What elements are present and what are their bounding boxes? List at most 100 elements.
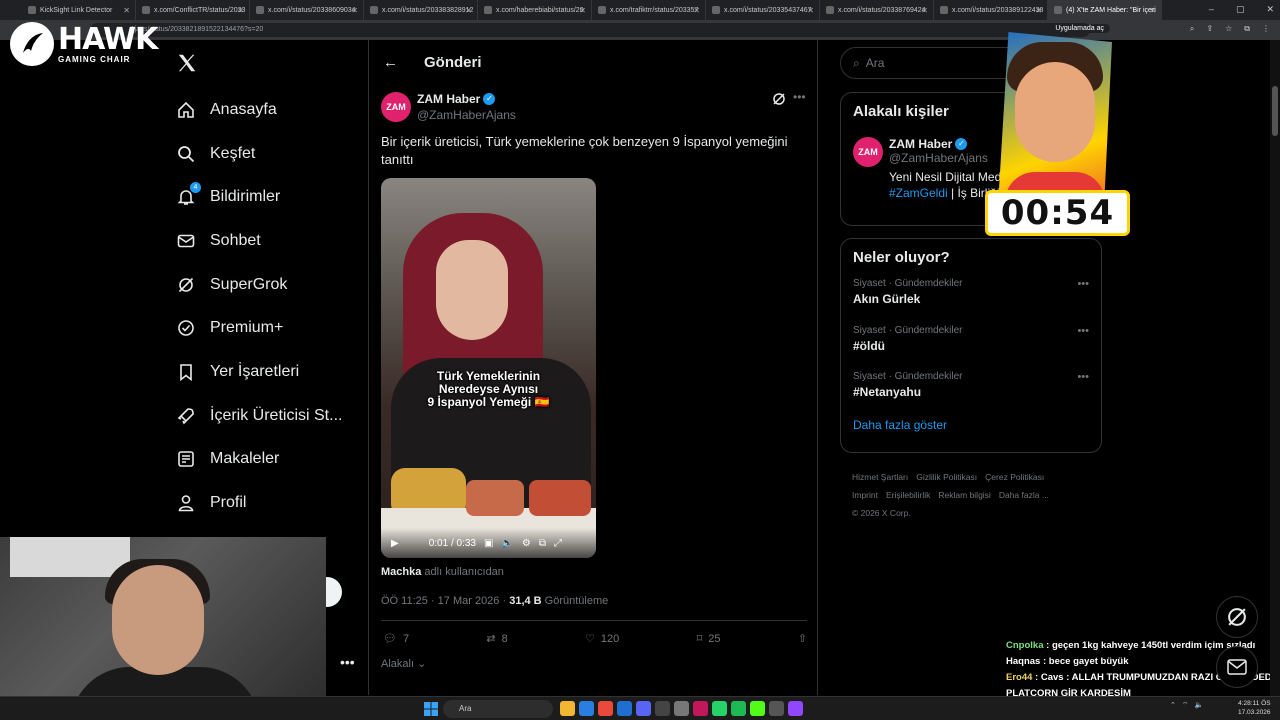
url-field[interactable]: Ajans/status/2033821891522134476?s=20 — [90, 23, 1090, 37]
maximize-icon[interactable]: ▢ — [1236, 4, 1245, 15]
star-icon[interactable]: ☆ — [1225, 24, 1232, 34]
avatar[interactable]: ZAM — [853, 137, 883, 167]
edge-icon[interactable] — [579, 701, 594, 716]
volume-icon[interactable]: 🔈 — [501, 538, 513, 549]
kick-icon[interactable] — [750, 701, 765, 716]
footer-link[interactable]: Erişilebilirlik — [886, 490, 930, 500]
spotify-icon[interactable] — [731, 701, 746, 716]
windows-start-icon[interactable] — [424, 702, 438, 716]
sidebar-item-anasayfa[interactable]: Anasayfa — [176, 88, 342, 132]
sidebar-item-makaleler[interactable]: Makaleler — [176, 438, 342, 482]
sidebar-item-profil[interactable]: Profil — [176, 481, 342, 525]
sidebar-item-i-erik-reticisi-st[interactable]: İçerik Üreticisi St... — [176, 394, 342, 438]
trend-more-icon[interactable]: ••• — [1077, 325, 1089, 337]
sidebar-item-bildirimler[interactable]: 4 Bildirimler — [176, 175, 342, 219]
close-window-icon[interactable]: ✕ — [1266, 4, 1274, 15]
app-icon[interactable] — [769, 701, 784, 716]
credit-user[interactable]: Machka — [381, 566, 421, 578]
grok-icon[interactable] — [772, 92, 786, 106]
messages-fab-button[interactable] — [1216, 646, 1258, 688]
file-explorer-icon[interactable] — [560, 701, 575, 716]
trend-item[interactable]: Siyaset · Gündemdekiler #öldü ••• — [841, 323, 1101, 370]
scrollbar[interactable] — [1270, 40, 1280, 696]
sidebar-item-sohbet[interactable]: Sohbet — [176, 219, 342, 263]
whatsapp-icon[interactable] — [712, 701, 727, 716]
sidebar-item-ke-fet[interactable]: Keşfet — [176, 132, 342, 176]
video-player[interactable]: Türk Yemeklerinin Neredeyse Aynısı 9 İsp… — [381, 178, 596, 558]
share-button[interactable]: ⇧ — [798, 632, 807, 645]
close-tab-icon[interactable]: ✕ — [351, 6, 358, 15]
extensions-icon[interactable]: ⧉ — [1244, 24, 1250, 34]
fullscreen-icon[interactable]: ⤢ — [554, 538, 562, 549]
trend-item[interactable]: Siyaset · Gündemdekiler #Netanyahu ••• — [841, 369, 1101, 416]
footer-link[interactable]: Gizlilik Politikası — [916, 472, 977, 482]
discord-icon[interactable] — [636, 701, 651, 716]
menu-icon[interactable]: ⋮ — [1262, 24, 1270, 34]
system-clock[interactable]: 4:28:11 ÖS 17.03.2026 — [1238, 699, 1271, 717]
close-tab-icon[interactable]: ✕ — [237, 6, 244, 15]
sidebar-item-yer-i-aretleri[interactable]: Yer İşaretleri — [176, 350, 342, 394]
author-name[interactable]: ZAM Haber — [417, 92, 480, 106]
person-name[interactable]: ZAM Haber — [889, 137, 952, 151]
chrome-icon[interactable] — [598, 701, 613, 716]
minimize-icon[interactable]: – — [1209, 4, 1214, 15]
footer-link[interactable]: Daha fazla ... — [999, 490, 1049, 500]
sidebar-item-supergrok[interactable]: SuperGrok — [176, 263, 342, 307]
browser-tab[interactable]: x.com/i/status/203389122438 ✕ — [934, 0, 1048, 20]
bookmark-button[interactable]: ⌑ 25 — [697, 632, 721, 646]
trend-more-icon[interactable]: ••• — [1077, 371, 1089, 383]
browser-tab[interactable]: x.com/haberebiabi/status/20 ✕ — [478, 0, 592, 20]
hashtag-link[interactable]: #ZamGeldi — [889, 186, 948, 200]
repost-button[interactable]: ⇄ 8 — [486, 632, 507, 646]
close-tab-icon[interactable]: ✕ — [123, 6, 130, 15]
zoom-icon[interactable]: ⌕ — [1190, 24, 1194, 34]
app-icon[interactable] — [655, 701, 670, 716]
post-more-icon[interactable]: ••• — [793, 90, 806, 104]
reply-button[interactable]: 💬︎ 7 — [383, 632, 409, 646]
footer-link[interactable]: Çerez Politikası — [985, 472, 1044, 482]
trend-item[interactable]: Siyaset · Gündemdekiler Akın Gürlek ••• — [841, 276, 1101, 323]
browser-tab[interactable]: x.com/i/status/20338609034 ✕ — [250, 0, 364, 20]
footer-link[interactable]: Imprint — [852, 490, 878, 500]
close-tab-icon[interactable]: ✕ — [807, 6, 814, 15]
volume-icon[interactable]: 🔈 — [1194, 701, 1203, 710]
browser-tab[interactable]: KickSight Link Detector ✕ — [22, 0, 136, 20]
taskbar-search[interactable]: Ara — [443, 700, 553, 718]
close-tab-icon[interactable]: ✕ — [465, 6, 472, 15]
scrollbar-thumb[interactable] — [1272, 86, 1278, 136]
settings-icon[interactable]: ⚙ — [522, 538, 531, 549]
close-tab-icon[interactable]: ✕ — [579, 6, 586, 15]
browser-tab[interactable]: x.com/ConflictTR/status/2033 ✕ — [136, 0, 250, 20]
grok-fab-button[interactable] — [1216, 596, 1258, 638]
browser-tab[interactable]: x.com/trafiktrr/status/203357 ✕ — [592, 0, 706, 20]
play-icon[interactable]: ▶ — [391, 538, 399, 549]
close-tab-icon[interactable]: ✕ — [921, 6, 928, 15]
captions-icon[interactable]: ▣ — [484, 538, 493, 549]
x-logo-icon[interactable] — [176, 52, 198, 74]
share-icon[interactable]: ⇪ — [1206, 24, 1213, 34]
browser-tab[interactable]: x.com/i/status/20335437467 ✕ — [706, 0, 820, 20]
close-tab-icon[interactable]: ✕ — [1035, 6, 1042, 15]
app-icon[interactable] — [674, 701, 689, 716]
back-arrow-icon[interactable]: ← — [383, 54, 398, 71]
network-icon[interactable]: ⌔ — [1182, 701, 1189, 710]
avatar[interactable]: ZAM — [381, 92, 411, 122]
post-author[interactable]: ZAM ZAM Haber ✓ @ZamHaberAjans — [381, 92, 516, 122]
like-button[interactable]: ♡ 120 — [585, 632, 619, 646]
close-tab-icon[interactable]: ✕ — [1149, 6, 1156, 15]
tray-arrow-icon[interactable]: ⌃ — [1170, 701, 1176, 710]
app-icon[interactable] — [693, 701, 708, 716]
footer-link[interactable]: Hizmet Şartları — [852, 472, 908, 482]
post-timestamp[interactable]: ÖÖ 11:25 · 17 Mar 2026 · — [381, 595, 509, 607]
close-tab-icon[interactable]: ✕ — [693, 6, 700, 15]
author-handle[interactable]: @ZamHaberAjans — [417, 108, 516, 122]
browser-tab[interactable]: x.com/i/status/20338769424 ✕ — [820, 0, 934, 20]
show-more-link[interactable]: Daha fazla göster — [841, 416, 1101, 434]
account-more-icon[interactable]: ••• — [340, 654, 355, 670]
trend-more-icon[interactable]: ••• — [1077, 278, 1089, 290]
pip-icon[interactable]: ⧉ — [539, 538, 546, 549]
browser-tab[interactable]: x.com/i/status/203383828912 ✕ — [364, 0, 478, 20]
related-dropdown[interactable]: Alakalı ⌄ — [381, 657, 426, 670]
app-icon[interactable] — [617, 701, 632, 716]
browser-tab[interactable]: (4) X'te ZAM Haber: "Bir içeri ✕ — [1048, 0, 1162, 20]
